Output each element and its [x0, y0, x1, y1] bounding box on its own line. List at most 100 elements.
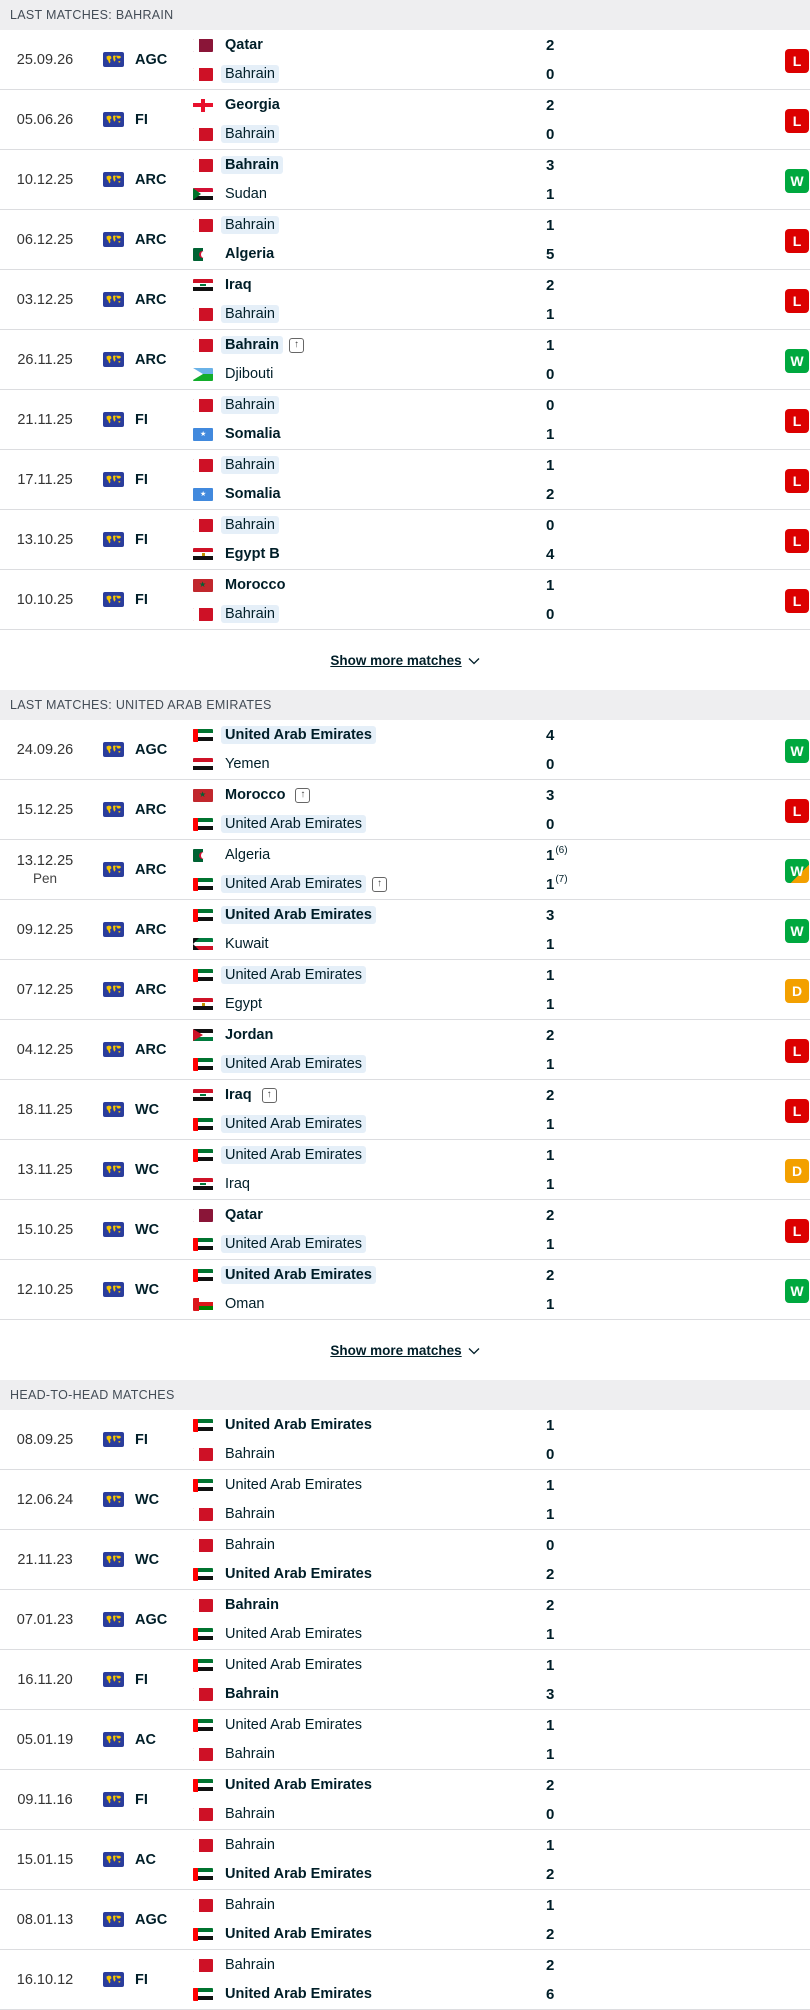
match-date-cell: 15.12.25: [14, 780, 76, 839]
match-date: 09.11.16: [17, 1791, 73, 1808]
match-row[interactable]: 09.12.25 ARC United Arab Emirates Kuwait 3 1 W: [0, 900, 810, 960]
world-map-icon: [103, 1432, 124, 1447]
uae-flag-icon: [193, 817, 213, 831]
uae-flag-icon: [193, 1057, 213, 1071]
match-row[interactable]: 25.09.26 AGC Qatar Bahrain 2 0 L: [0, 30, 810, 90]
away-team: Bahrain: [193, 123, 279, 145]
world-map-icon: [103, 1042, 124, 1057]
away-team-name: Bahrain: [221, 65, 279, 83]
morocco-flag-icon: ★: [193, 578, 213, 592]
home-score-value: 2: [546, 1026, 555, 1044]
match-row[interactable]: 21.11.23 WC Bahrain United Arab Emirates 0 2: [0, 1530, 810, 1590]
result-badge: D: [785, 979, 809, 1003]
home-score-value: 1: [546, 336, 555, 354]
match-row[interactable]: 13.10.25 FI Bahrain Egypt B 0 4 L: [0, 510, 810, 570]
away-team-name: United Arab Emirates: [221, 1055, 367, 1073]
home-score: 0: [546, 394, 586, 416]
match-row[interactable]: 13.12.25 Pen ARC Algeria United Arab Emirate…: [0, 840, 810, 900]
match-row[interactable]: 15.10.25 WC Qatar United Arab Emirates 2 1 L: [0, 1200, 810, 1260]
match-date: 05.06.26: [16, 111, 74, 128]
away-score: 1: [546, 183, 586, 205]
match-row[interactable]: 24.09.26 AGC United Arab Emirates Yemen 4 0 W: [0, 720, 810, 780]
home-score: 4: [546, 724, 586, 746]
section-header: HEAD-TO-HEAD MATCHES: [0, 1380, 810, 1410]
result-badge: W: [785, 919, 809, 943]
match-row[interactable]: 13.11.25 WC United Arab Emirates Iraq 1 1 D: [0, 1140, 810, 1200]
away-team-name: Somalia: [225, 426, 281, 442]
match-row[interactable]: 21.11.25 FI Bahrain ★ Somalia 0 1 L: [0, 390, 810, 450]
algeria-flag-icon: [193, 848, 213, 862]
away-team: United Arab Emirates: [193, 1863, 376, 1885]
competition-label: FI: [135, 531, 148, 548]
away-team-name: United Arab Emirates: [221, 1115, 367, 1133]
match-row[interactable]: 08.09.25 FI United Arab Emirates Bahrain 1 0: [0, 1410, 810, 1470]
match-date-cell: 12.10.25: [14, 1260, 76, 1319]
away-team: Egypt: [193, 993, 266, 1015]
match-date: 15.01.15: [16, 1851, 74, 1868]
match-row[interactable]: 03.12.25 ARC Iraq Bahrain 2 1 L: [0, 270, 810, 330]
away-team: Iraq: [193, 1173, 254, 1195]
result-badge: W: [785, 349, 809, 373]
qatar-flag-icon: [193, 38, 213, 52]
uae-flag-icon: [193, 908, 213, 922]
home-team: United Arab Emirates: [193, 964, 367, 986]
away-score-value: 1: [546, 1505, 555, 1523]
home-team-name: Qatar: [225, 37, 263, 53]
away-team-name: Egypt B: [225, 546, 280, 562]
match-row[interactable]: 09.11.16 FI United Arab Emirates Bahrain 2 0: [0, 1770, 810, 1830]
home-team: Qatar: [193, 1204, 267, 1226]
match-date-cell: 10.10.25: [14, 570, 76, 629]
home-team: United Arab Emirates: [193, 1474, 366, 1496]
competition-label: ARC: [135, 981, 167, 998]
home-score-value: 1: [546, 966, 555, 984]
match-row[interactable]: 07.12.25 ARC United Arab Emirates Egypt 1 1 D: [0, 960, 810, 1020]
home-team: Qatar: [193, 34, 267, 56]
home-score-value: 3: [546, 156, 555, 174]
match-row[interactable]: 07.01.23 AGC Bahrain United Arab Emirates 2 1: [0, 1590, 810, 1650]
result-badge: L: [785, 589, 809, 613]
away-team: United Arab Emirates: [193, 1563, 376, 1585]
show-more-matches-link[interactable]: Show more matches: [330, 653, 480, 668]
match-row[interactable]: 06.12.25 ARC Bahrain Algeria 1 5 L: [0, 210, 810, 270]
match-row[interactable]: 15.12.25 ARC ★ Morocco ↑ United Arab Emirates…: [0, 780, 810, 840]
match-row[interactable]: 10.10.25 FI ★ Morocco Bahrain 1 0 L: [0, 570, 810, 630]
match-row[interactable]: 17.11.25 FI Bahrain ★ Somalia 1 2 L: [0, 450, 810, 510]
match-row[interactable]: 26.11.25 ARC Bahrain ↑ Djibouti 1 0 W: [0, 330, 810, 390]
home-score-value: 3: [546, 906, 555, 924]
match-date-cell: 13.12.25 Pen: [14, 840, 76, 899]
away-team-name: Djibouti: [225, 366, 274, 382]
away-team: Bahrain: [193, 1743, 279, 1765]
match-row[interactable]: 12.10.25 WC United Arab Emirates Oman 2 1 W: [0, 1260, 810, 1320]
away-team-name: Somalia: [225, 486, 281, 502]
match-date-cell: 12.06.24: [14, 1470, 76, 1529]
match-date-cell: 03.12.25: [14, 270, 76, 329]
match-date: 04.12.25: [16, 1041, 74, 1058]
home-team: United Arab Emirates: [193, 724, 376, 746]
match-row[interactable]: 10.12.25 ARC Bahrain Sudan 3 1 W: [0, 150, 810, 210]
match-date-cell: 04.12.25: [14, 1020, 76, 1079]
home-score-value: 3: [546, 786, 555, 804]
match-row[interactable]: 05.01.19 AC United Arab Emirates Bahrain 1 1: [0, 1710, 810, 1770]
match-row[interactable]: 18.11.25 WC Iraq ↑ United Arab Emirates 2 1 L: [0, 1080, 810, 1140]
world-map-icon: [103, 292, 124, 307]
match-history-page: LAST MATCHES: BAHRAIN 25.09.26 AGC Qatar Bah…: [0, 0, 810, 2010]
show-more-row: Show more matches: [0, 1320, 810, 1380]
world-map-icon: [103, 52, 124, 67]
competition-label: ARC: [135, 801, 167, 818]
match-row[interactable]: 15.01.15 AC Bahrain United Arab Emirates 1 2: [0, 1830, 810, 1890]
away-team-name: Egypt: [225, 996, 263, 1012]
away-score: 0: [546, 1443, 586, 1465]
match-row[interactable]: 16.10.12 FI Bahrain United Arab Emirates 2 6: [0, 1950, 810, 2010]
away-team-name: Bahrain: [225, 1446, 275, 1462]
home-team-name: United Arab Emirates: [221, 1266, 376, 1284]
home-team: Algeria: [193, 844, 274, 866]
match-row[interactable]: 04.12.25 ARC Jordan United Arab Emirates 2 1 L: [0, 1020, 810, 1080]
match-row[interactable]: 08.01.13 AGC Bahrain United Arab Emirates 1 2: [0, 1890, 810, 1950]
match-row[interactable]: 16.11.20 FI United Arab Emirates Bahrain 1 3: [0, 1650, 810, 1710]
match-row[interactable]: 12.06.24 WC United Arab Emirates Bahrain 1 1: [0, 1470, 810, 1530]
uae-flag-icon: [193, 1778, 213, 1792]
away-penalty-score: (7): [555, 873, 568, 885]
world-map-icon: [103, 1792, 124, 1807]
show-more-matches-link[interactable]: Show more matches: [330, 1343, 480, 1358]
match-row[interactable]: 05.06.26 FI Georgia Bahrain 2 0 L: [0, 90, 810, 150]
